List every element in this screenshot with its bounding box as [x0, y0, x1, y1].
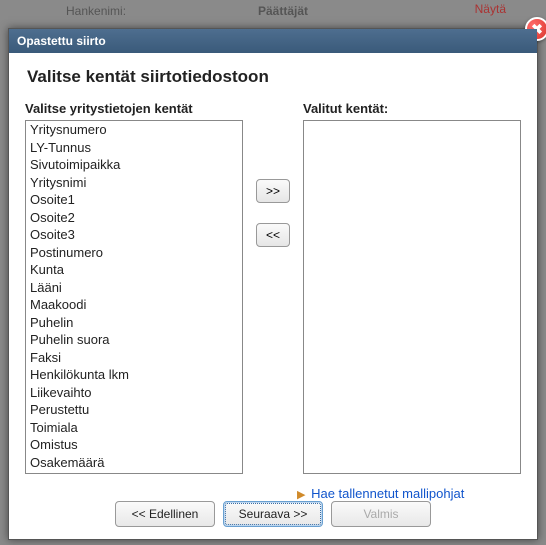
selected-fields-listbox[interactable] [303, 120, 521, 474]
list-item[interactable]: Puhelin suora [26, 331, 242, 349]
list-item[interactable]: Toimiala [26, 419, 242, 437]
list-item[interactable]: Maakoodi [26, 296, 242, 314]
list-item[interactable]: Perustettu [26, 401, 242, 419]
available-fields-label: Valitse yritystietojen kentät [25, 101, 243, 116]
list-item[interactable]: Faksi [26, 349, 242, 367]
list-item[interactable]: Sivutoimipaikka [26, 156, 242, 174]
arrow-right-icon: ▶ [297, 489, 305, 501]
list-item[interactable]: Osakemäärä [26, 454, 242, 472]
wizard-modal: ✖ Opastettu siirto Valitse kentät siirto… [8, 28, 538, 540]
next-button[interactable]: Seuraava >> [223, 501, 323, 527]
list-item[interactable]: Lääni [26, 279, 242, 297]
bg-show-label: Näytä [475, 2, 506, 16]
load-templates-link[interactable]: Hae tallennetut mallipohjat [311, 486, 464, 501]
list-item[interactable]: LY-Tunnus [26, 139, 242, 157]
move-left-button[interactable]: << [256, 223, 290, 247]
bg-section-label: Päättäjät [258, 4, 308, 18]
list-item[interactable]: Osoite2 [26, 209, 242, 227]
list-item[interactable]: Kunta [26, 261, 242, 279]
page-title: Valitse kentät siirtotiedostoon [27, 67, 521, 87]
list-item[interactable]: Henkilökunta lkm [26, 366, 242, 384]
list-item[interactable]: Puhelin [26, 314, 242, 332]
finish-button: Valmis [331, 501, 431, 527]
move-right-button[interactable]: >> [256, 179, 290, 203]
modal-title: Opastettu siirto [17, 34, 106, 48]
bg-field-label: Hankenimi: [66, 4, 126, 18]
list-item[interactable]: Omistus [26, 436, 242, 454]
list-item[interactable]: Osoite1 [26, 191, 242, 209]
available-fields-listbox[interactable]: YritysnumeroLY-TunnusSivutoimipaikkaYrit… [25, 120, 243, 474]
modal-header: Opastettu siirto [9, 29, 537, 53]
previous-button[interactable]: << Edellinen [115, 501, 215, 527]
selected-fields-label: Valitut kentät: [303, 101, 521, 116]
list-item[interactable]: Yritysnimi [26, 174, 242, 192]
list-item[interactable]: Yritysnumero [26, 121, 242, 139]
list-item[interactable]: Postinumero [26, 244, 242, 262]
list-item[interactable]: Osoite3 [26, 226, 242, 244]
list-item[interactable]: Liikevaihto [26, 384, 242, 402]
